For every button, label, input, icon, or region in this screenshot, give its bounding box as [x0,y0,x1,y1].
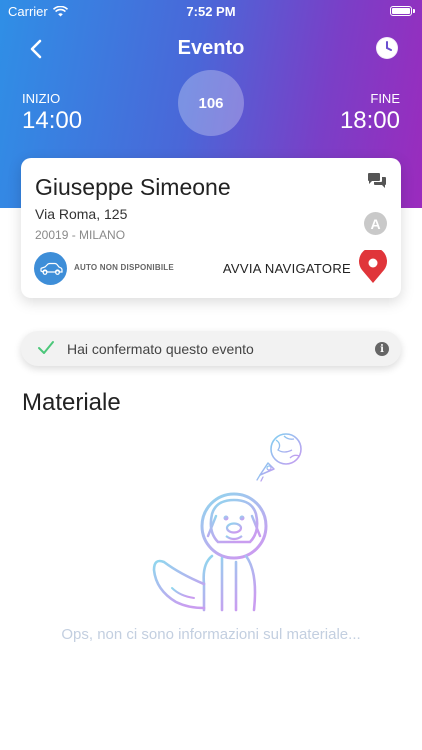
event-code-badge: 106 [178,70,244,136]
priority-badge: A [364,212,387,235]
start-label: INIZIO [22,91,61,106]
customer-name: Giuseppe Simeone [35,174,231,200]
map-pin-icon[interactable] [358,250,388,284]
status-bar: Carrier 7:52 PM [0,0,422,22]
car-icon [39,262,63,275]
clock-icon[interactable] [376,37,398,59]
customer-address: Via Roma, 125 [35,206,128,222]
battery-icon [390,6,415,16]
page-title: Evento [177,37,245,59]
chat-icon[interactable] [367,172,387,190]
materials-section-title: Materiale [22,389,121,416]
planet-rocket-illustration [256,433,302,482]
confirmation-banner: Hai confermato questo evento i [21,331,401,366]
end-time: 18:00 [339,107,400,134]
customer-city: 20019 - MILANO [35,228,126,242]
empty-state-message: Ops, non ci sono informazioni sul materi… [61,626,361,643]
info-icon[interactable]: i [375,342,389,356]
status-time: 7:52 PM [186,4,236,19]
start-time: 14:00 [22,107,83,134]
start-navigation-label[interactable]: AVVIA NAVIGATORE [223,261,351,276]
car-status-label: AUTO NON DISPONIBILE [74,263,174,272]
astronaut-dog-illustration [152,492,268,612]
end-label: FINE [370,91,400,106]
confirmation-text: Hai confermato questo evento [67,341,254,357]
checkmark-icon [38,341,54,354]
car-button[interactable] [34,252,67,285]
customer-card: Giuseppe Simeone Via Roma, 125 20019 - M… [21,158,401,298]
